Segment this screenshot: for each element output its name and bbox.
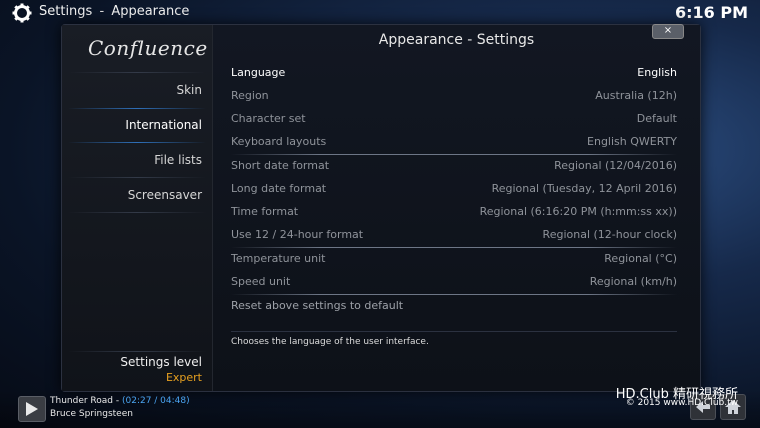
setting-row-long-date-format[interactable]: Long date format Regional (Tuesday, 12 A… <box>225 177 685 199</box>
settings-dialog: Confluence Skin International File lists… <box>61 24 701 392</box>
top-bar: Settings - Appearance 6:16 PM <box>0 0 760 26</box>
setting-value: English <box>637 66 677 79</box>
setting-row-time-format[interactable]: Time format Regional (6:16:20 PM (h:mm:s… <box>225 200 685 222</box>
setting-label: Language <box>231 66 286 79</box>
sidebar-divider <box>68 351 206 352</box>
setting-row-keyboard-layouts[interactable]: Keyboard layouts English QWERTY <box>225 130 685 152</box>
description-divider <box>231 331 677 332</box>
now-playing-bar: Thunder Road - (02:27 / 04:48) Bruce Spr… <box>0 387 760 428</box>
sidebar-divider <box>68 212 206 213</box>
sidebar-divider <box>68 108 206 109</box>
setting-value: Default <box>636 112 677 125</box>
setting-value: Regional (km/h) <box>589 275 677 288</box>
breadcrumb-page: Appearance <box>111 4 190 19</box>
clock: 6:16 PM <box>674 3 748 22</box>
close-button[interactable]: × <box>652 24 684 39</box>
settings-level-button[interactable]: Settings level <box>120 355 202 369</box>
setting-row-reset[interactable]: Reset above settings to default <box>225 294 685 316</box>
breadcrumb-section: Settings <box>39 4 93 19</box>
breadcrumb: Settings - Appearance <box>39 4 189 19</box>
setting-value: Regional (6:16:20 PM (h:mm:ss xx)) <box>479 205 677 218</box>
sidebar-item-international[interactable]: International <box>62 118 202 132</box>
gear-icon <box>12 3 32 23</box>
settings-panel: Appearance - Settings × Language English… <box>213 24 700 391</box>
setting-description: Chooses the language of the user interfa… <box>231 337 429 347</box>
setting-value: Regional (12-hour clock) <box>542 228 677 241</box>
setting-label: Long date format <box>231 182 327 195</box>
track-title: Thunder Road - <box>50 396 122 406</box>
setting-label: Speed unit <box>231 275 291 288</box>
settings-level-value: Expert <box>165 371 202 384</box>
setting-label: Keyboard layouts <box>231 135 327 148</box>
setting-row-hour-format[interactable]: Use 12 / 24-hour format Regional (12-hou… <box>225 223 685 245</box>
setting-label: Region <box>231 89 269 102</box>
sidebar-divider <box>68 142 206 143</box>
setting-label: Time format <box>231 205 299 218</box>
setting-label: Character set <box>231 112 306 125</box>
play-icon <box>26 402 38 416</box>
setting-value: Regional (°C) <box>604 252 677 265</box>
sidebar-divider <box>68 177 206 178</box>
track-artist: Bruce Springsteen <box>50 409 133 419</box>
setting-row-region[interactable]: Region Australia (12h) <box>225 84 685 106</box>
now-playing-title: Thunder Road - (02:27 / 04:48) <box>50 396 190 406</box>
setting-row-speed-unit[interactable]: Speed unit Regional (km/h) <box>225 270 685 292</box>
watermark-url: © 2015 www.HD.Club.tw <box>625 398 738 408</box>
setting-row-temperature-unit[interactable]: Temperature unit Regional (°C) <box>225 247 685 269</box>
setting-label: Temperature unit <box>231 252 326 265</box>
breadcrumb-separator: - <box>99 4 105 19</box>
sidebar-item-screensaver[interactable]: Screensaver <box>62 188 202 202</box>
setting-value: Regional (12/04/2016) <box>554 159 677 172</box>
track-time: (02:27 / 04:48) <box>121 396 190 406</box>
sidebar: Confluence Skin International File lists… <box>62 25 213 391</box>
play-button[interactable] <box>18 396 46 422</box>
setting-label: Reset above settings to default <box>231 299 404 312</box>
setting-label: Short date format <box>231 159 330 172</box>
skin-logo: Confluence <box>88 36 208 60</box>
setting-row-character-set[interactable]: Character set Default <box>225 107 685 129</box>
sidebar-item-skin[interactable]: Skin <box>62 83 202 97</box>
setting-row-language[interactable]: Language English <box>225 61 685 83</box>
setting-value: Australia (12h) <box>595 89 677 102</box>
setting-label: Use 12 / 24-hour format <box>231 228 364 241</box>
sidebar-item-file-lists[interactable]: File lists <box>62 153 202 167</box>
dialog-title: Appearance - Settings <box>378 32 535 48</box>
setting-value: Regional (Tuesday, 12 April 2016) <box>491 182 677 195</box>
sidebar-divider <box>68 72 206 73</box>
setting-row-short-date-format[interactable]: Short date format Regional (12/04/2016) <box>225 154 685 176</box>
setting-value: English QWERTY <box>587 135 677 148</box>
